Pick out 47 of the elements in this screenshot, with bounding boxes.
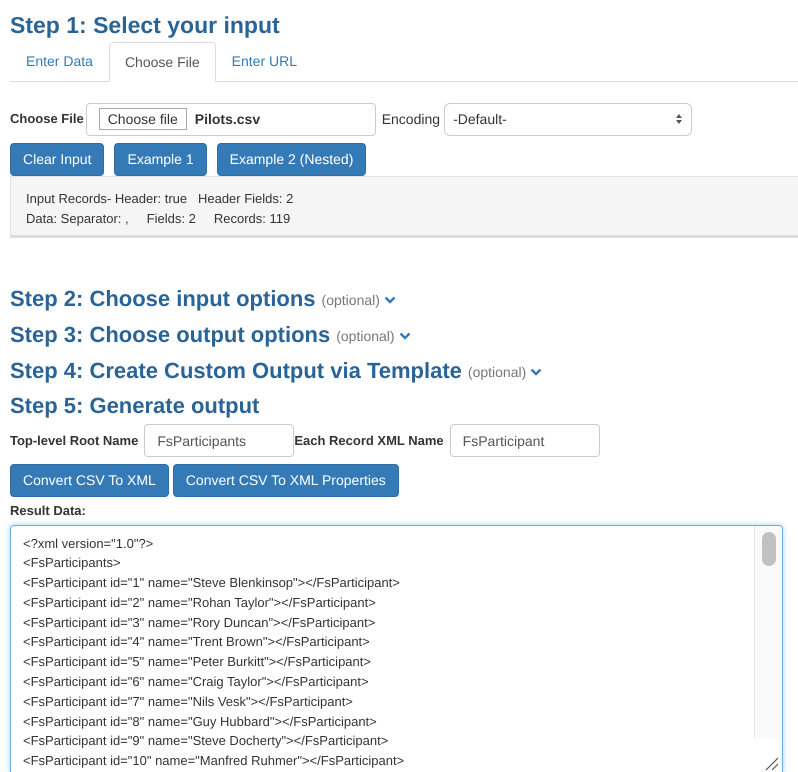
xml-line: <FsParticipant id="2" name="Rohan Taylor"></FsParticipant> [23, 594, 376, 612]
xml-line: <FsParticipant id="9" name="Steve Docherty"></FsParticipant> [23, 732, 388, 750]
optional-note: (optional) [468, 362, 526, 382]
chevron-down-icon [530, 368, 542, 376]
xml-line: <FsParticipant id="1" name="Steve Blenkinsop"></FsParticipant> [23, 574, 400, 592]
choose-file-button[interactable]: Choose file [98, 108, 187, 130]
xml-line: <FsParticipant id="8" name="Guy Hubbard"></FsParticipant> [23, 712, 377, 731]
xml-line: <FsParticipant id="7" name="Nils Vesk"></FsParticipant> [23, 692, 353, 711]
select-arrows-icon [675, 113, 684, 125]
input-button[interactable]: Clear Input [10, 143, 104, 176]
xml-line: <FsParticipant id="10" name="Manfred Ruhmer"></FsParticipant> [23, 752, 404, 770]
tab[interactable]: Enter Data [10, 42, 109, 81]
step-heading[interactable]: Step 3: Choose output options [10, 318, 330, 350]
step-heading: Step 5: Generate output [10, 392, 260, 420]
chevron-down-icon [398, 332, 411, 340]
name-input[interactable]: FsParticipant [450, 424, 600, 457]
xml-line: <FsParticipant id="5" name="Peter Burkitt"></FsParticipant> [23, 653, 371, 672]
xml-line: <FsParticipant id="3" name="Rory Duncan"></FsParticipant> [23, 614, 376, 632]
xml-line: <FsParticipant id="4" name="Trent Brown"></FsParticipant> [23, 633, 370, 652]
xml-line: <?xml version="1.0"?> [23, 534, 154, 552]
encoding-select[interactable]: -Default- [444, 102, 692, 136]
result-textarea[interactable] [10, 524, 783, 772]
info-text: Data: Separator: , Fields: 2 Records: 119 [26, 210, 290, 228]
field-label: Result Data: [10, 502, 86, 520]
info-text: Input Records- Header: true Header Fields: 2 [26, 190, 294, 208]
field-label: Choose File [10, 110, 84, 128]
step-heading: Step 1: Select your input [10, 11, 280, 40]
convert-button[interactable]: Convert CSV To XML [10, 464, 169, 497]
chevron-down-icon [384, 296, 396, 304]
xml-line: <FsParticipants> [23, 554, 121, 572]
optional-note: (optional) [336, 326, 395, 346]
tab[interactable]: Choose File [108, 42, 216, 82]
scrollbar-thumb[interactable] [762, 532, 776, 566]
tab[interactable]: Enter URL [216, 42, 313, 81]
name-input[interactable]: FsParticipants [144, 424, 294, 457]
xml-line: <FsParticipant id="6" name="Craig Taylor"></FsParticipant> [23, 673, 369, 692]
file-name: Pilots.csv [194, 110, 260, 128]
input-button[interactable]: Example 2 (Nested) [216, 143, 366, 176]
input-button[interactable]: Example 1 [114, 143, 207, 176]
convert-button[interactable]: Convert CSV To XML Properties [172, 464, 399, 497]
field-label: Each Record XML Name [294, 432, 444, 450]
field-label: Encoding [382, 110, 440, 129]
file-input[interactable]: Choose file Pilots.csv [86, 102, 376, 136]
step-heading[interactable]: Step 2: Choose input options [10, 282, 316, 314]
field-label: Top-level Root Name [10, 432, 138, 450]
step-heading[interactable]: Step 4: Create Custom Output via Template [10, 354, 462, 386]
optional-note: (optional) [322, 290, 380, 310]
